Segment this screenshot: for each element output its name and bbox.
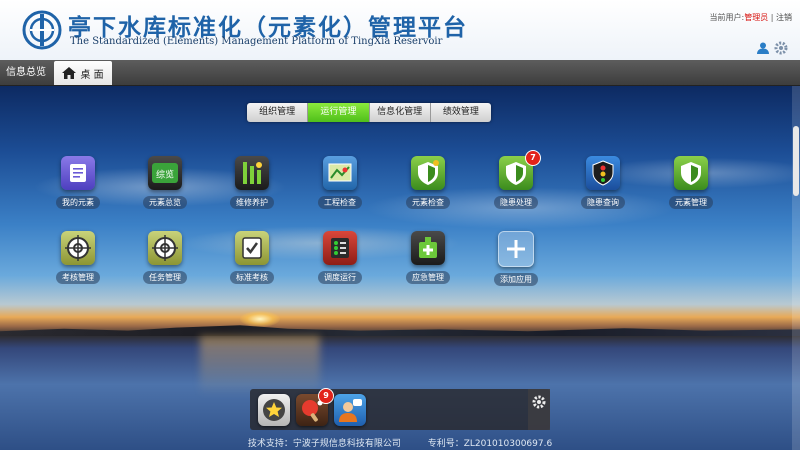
app-maintenance[interactable]: 维修养护	[212, 156, 292, 209]
shield-icon	[411, 156, 445, 190]
app-label: 维修养护	[230, 196, 274, 209]
app-label: 元素管理	[669, 196, 713, 209]
dock-app-favorites[interactable]	[258, 394, 290, 426]
background-reflection	[200, 336, 320, 396]
user-info: 当前用户:管理员 | 注销	[710, 12, 793, 23]
app-header: 亭下水库标准化（元素化）管理平台 The Standardized (Eleme…	[0, 0, 800, 60]
tab-desktop-label: 桌 面	[80, 69, 104, 81]
map-check-icon	[323, 156, 357, 190]
app-label: 隐患处理	[494, 196, 538, 209]
app-label: 元素总览	[143, 196, 187, 209]
app-label: 考核管理	[56, 271, 100, 284]
category-tabs: 组织管理 运行管理 信息化管理 绩效管理	[247, 103, 491, 122]
app-emergency-management[interactable]: 应急管理	[388, 231, 468, 284]
footer-patent: 专利号：ZL201010300697.6	[427, 439, 553, 449]
plus-icon	[498, 231, 534, 267]
overview-icon: 综览	[148, 156, 182, 190]
app-label: 工程检查	[318, 196, 362, 209]
app-label: 添加应用	[494, 273, 538, 286]
note-icon	[61, 156, 95, 190]
app-element-management[interactable]: 元素管理	[651, 156, 731, 209]
background-sun	[240, 311, 280, 327]
app-element-overview[interactable]: 综览 元素总览	[125, 156, 205, 209]
separator: |	[770, 13, 774, 22]
app-engineering-check[interactable]: 工程检查	[300, 156, 380, 209]
dock-settings-button[interactable]	[528, 389, 550, 430]
dock-app-contacts[interactable]	[334, 394, 366, 426]
dock-app-sports[interactable]: 9	[296, 388, 334, 426]
category-tab-org[interactable]: 组织管理	[247, 103, 309, 122]
tab-bar: 信息总览 桌 面	[0, 60, 800, 86]
app-label: 隐患查询	[581, 196, 625, 209]
app-dispatch-operation[interactable]: 调度运行	[300, 231, 380, 284]
scrollbar-track[interactable]	[792, 86, 800, 450]
shield-icon	[674, 156, 708, 190]
maintenance-icon	[235, 156, 269, 190]
app-element-check[interactable]: 元素检查	[388, 156, 468, 209]
app-hazard-handling[interactable]: 7 隐患处理	[476, 150, 556, 209]
header-icons	[756, 40, 788, 55]
app-label: 我的元素	[56, 196, 100, 209]
app-label: 任务管理	[143, 271, 187, 284]
settings-icon[interactable]	[774, 40, 788, 55]
app-assessment-management[interactable]: 考核管理	[38, 231, 118, 284]
notification-badge: 7	[525, 150, 541, 166]
dispatch-icon	[323, 231, 357, 265]
user-prefix: 当前用户:	[709, 13, 745, 22]
app-hazard-query[interactable]: 隐患查询	[563, 156, 643, 209]
app-task-management[interactable]: 任务管理	[125, 231, 205, 284]
app-label: 应急管理	[406, 271, 450, 284]
app-my-elements[interactable]: 我的元素	[38, 156, 118, 209]
app-label: 标准考核	[230, 271, 274, 284]
home-icon	[62, 67, 77, 79]
notification-badge: 9	[318, 388, 334, 404]
app-standard-assessment[interactable]: 标准考核	[212, 231, 292, 284]
user-icon[interactable]	[756, 40, 770, 54]
tab-overview[interactable]: 信息总览	[0, 60, 52, 85]
logo-icon	[22, 10, 62, 50]
star-icon	[263, 399, 285, 421]
overview-icon-text: 综览	[156, 169, 174, 181]
app-add-application[interactable]: 添加应用	[476, 231, 556, 286]
tab-desktop[interactable]: 桌 面	[54, 61, 112, 85]
taskbar-dock: 9	[250, 388, 550, 430]
scrollbar-thumb[interactable]	[793, 126, 799, 196]
category-tab-operation[interactable]: 运行管理	[308, 103, 370, 122]
target-icon	[61, 231, 95, 265]
target-icon	[148, 231, 182, 265]
shield-icon: 7	[499, 150, 541, 190]
app-label: 调度运行	[318, 271, 362, 284]
category-tab-performance[interactable]: 绩效管理	[430, 103, 491, 122]
user-name[interactable]: 管理员	[744, 13, 768, 22]
desktop-area: 组织管理 运行管理 信息化管理 绩效管理 我的元素 综览 元素总览 维修养护 工…	[0, 86, 800, 450]
logout-link[interactable]: 注销	[776, 13, 792, 22]
checklist-icon	[235, 231, 269, 265]
page-subtitle: The Standardized (Elements) Management P…	[70, 36, 443, 47]
user-chat-icon	[339, 399, 362, 422]
footer-support: 技术支持：宁波子规信息科技有限公司	[247, 439, 401, 449]
category-tab-informatization[interactable]: 信息化管理	[369, 103, 431, 122]
gear-icon	[532, 395, 546, 409]
background-shoreline	[0, 325, 800, 336]
traffic-light-icon	[586, 156, 620, 190]
emergency-icon	[411, 231, 445, 265]
app-label: 元素检查	[406, 196, 450, 209]
footer: 技术支持：宁波子规信息科技有限公司 专利号：ZL201010300697.6	[0, 436, 800, 449]
